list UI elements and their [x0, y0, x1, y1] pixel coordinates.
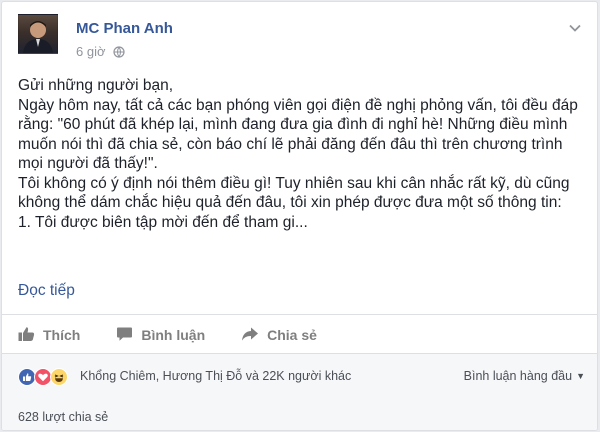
post-actions-bar: Thích Bình luận Chia sẻ: [18, 318, 583, 352]
haha-reaction-icon: [50, 368, 68, 386]
like-label: Thích: [43, 327, 81, 343]
post-body: Gửi những người bạn, Ngày hôm nay, tất c…: [18, 76, 583, 232]
share-arrow-icon: [241, 326, 267, 345]
thumbs-up-icon: [18, 326, 43, 345]
share-button[interactable]: Chia sẻ: [241, 326, 317, 345]
top-comments-dropdown[interactable]: Bình luận hàng đầu ▼: [464, 369, 585, 383]
author-avatar[interactable]: [18, 14, 58, 54]
post-options-chevron-icon[interactable]: [567, 20, 583, 36]
reactions-names[interactable]: Khổng Chiêm, Hương Thị Đỗ và 22K người k…: [80, 369, 351, 383]
globe-icon: [113, 46, 125, 61]
author-name[interactable]: MC Phan Anh: [76, 20, 173, 37]
reactions-summary-bar: Khổng Chiêm, Hương Thị Đỗ và 22K người k…: [2, 354, 597, 398]
post-time-text: 6 giờ: [76, 44, 106, 59]
post-paragraph: Gửi những người bạn,: [18, 77, 174, 94]
reaction-icons-group[interactable]: [18, 368, 68, 386]
facebook-post-card: MC Phan Anh 6 giờ Gửi những người bạn, N…: [1, 1, 598, 431]
read-more-link[interactable]: Đọc tiếp: [18, 282, 75, 300]
share-count[interactable]: 628 lượt chia sẻ: [18, 410, 108, 424]
share-label: Chia sẻ: [267, 327, 317, 343]
comment-bubble-icon: [116, 326, 141, 345]
post-paragraph: Tôi không có ý định nói thêm điều gì! Tu…: [18, 174, 570, 212]
top-comments-label: Bình luận hàng đầu: [463, 369, 573, 383]
comment-button[interactable]: Bình luận: [116, 326, 205, 345]
shares-row: 628 lượt chia sẻ: [2, 398, 597, 430]
post-paragraph: Ngày hôm nay, tất cả các bạn phóng viên …: [18, 96, 578, 173]
post-paragraph: 1. Tôi được biên tập mời đến để tham gi.…: [18, 213, 308, 231]
divider: [2, 314, 597, 315]
post-timestamp[interactable]: 6 giờ: [76, 44, 125, 61]
like-button[interactable]: Thích: [18, 326, 80, 345]
caret-down-icon: ▼: [576, 371, 585, 381]
comment-label: Bình luận: [141, 327, 206, 343]
post-header: MC Phan Anh 6 giờ: [18, 14, 583, 66]
